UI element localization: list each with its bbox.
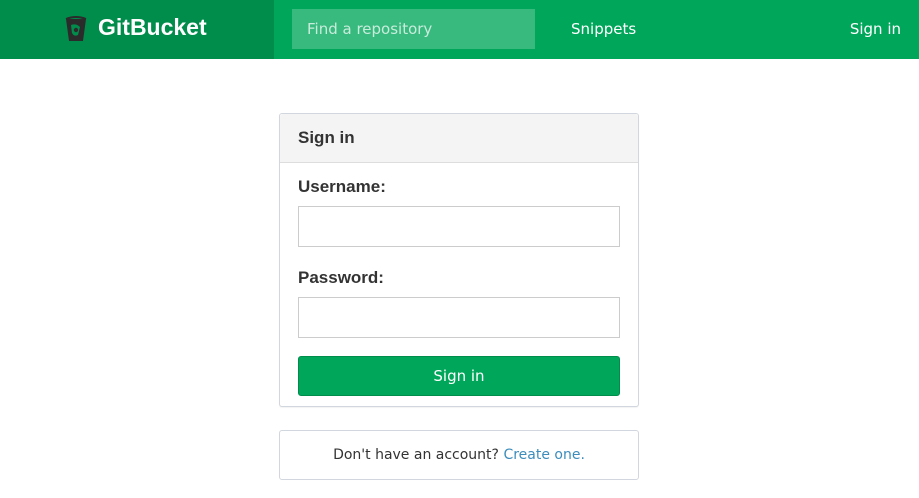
signin-panel: Sign in Username: Password: Sign in: [279, 113, 639, 407]
signin-panel-body: Username: Password: Sign in: [280, 177, 638, 396]
nav-signin-link[interactable]: Sign in: [850, 19, 901, 39]
register-prompt: Don't have an account?: [333, 447, 499, 463]
create-account-link[interactable]: Create one.: [503, 447, 584, 463]
nav-snippets-link[interactable]: Snippets: [571, 19, 636, 39]
top-navbar: GitBucket Snippets Sign in: [0, 0, 919, 59]
password-input[interactable]: [298, 297, 620, 338]
username-input[interactable]: [298, 206, 620, 247]
password-label: Password:: [298, 268, 384, 287]
signin-panel-header: Sign in: [280, 114, 638, 163]
repository-search-input[interactable]: [292, 9, 535, 49]
signin-panel-title: Sign in: [298, 128, 355, 147]
gitbucket-logo-icon: [65, 16, 87, 41]
register-panel: Don't have an account? Create one.: [279, 430, 639, 480]
brand-name: GitBucket: [98, 14, 207, 40]
username-label: Username:: [298, 177, 386, 196]
brand-link[interactable]: GitBucket: [0, 0, 274, 59]
signin-submit-button[interactable]: Sign in: [298, 356, 620, 396]
